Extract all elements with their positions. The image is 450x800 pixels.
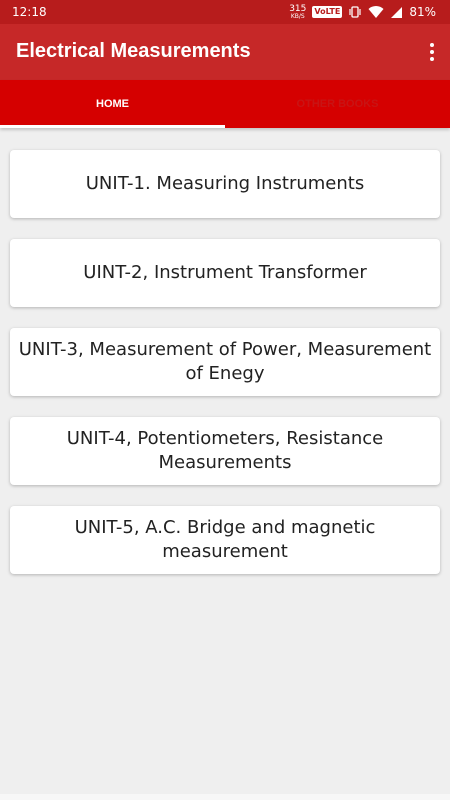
signal-icon (390, 6, 403, 19)
volte-badge: VoLTE (312, 6, 343, 18)
battery-percent: 81% (409, 5, 436, 19)
unit-card-label: UNIT-4, Potentiometers, Resistance Measu… (66, 428, 384, 473)
app-bar: Electrical Measurements (0, 24, 450, 80)
tab-home[interactable]: HOME (0, 80, 225, 128)
menu-dot (430, 50, 434, 54)
network-speed-unit: KB/S (290, 12, 305, 20)
unit-card-label: UNIT-5, A.C. Bridge and magnetic measure… (74, 517, 376, 562)
menu-dot (430, 43, 434, 47)
unit-card-4[interactable]: UNIT-4, Potentiometers, Resistance Measu… (10, 417, 440, 485)
vibrate-icon (348, 5, 362, 19)
bottom-strip (0, 794, 450, 800)
unit-card-5[interactable]: UNIT-5, A.C. Bridge and magnetic measure… (10, 506, 440, 574)
unit-card-3[interactable]: UNIT-3, Measurement of Power, Measuremen… (10, 328, 440, 396)
unit-card-label: UINT-2, Instrument Transformer (83, 262, 367, 283)
more-vert-icon[interactable] (424, 38, 440, 66)
tab-bar: HOME OTHER BOOKS (0, 80, 450, 128)
network-speed-value: 315 (289, 3, 307, 14)
wifi-icon (368, 5, 384, 19)
status-icons: 315 KB/S VoLTE 81% (289, 2, 436, 22)
tab-other-books[interactable]: OTHER BOOKS (225, 80, 450, 128)
unit-card-label: UNIT-1. Measuring Instruments (85, 173, 365, 194)
unit-card-label: UNIT-3, Measurement of Power, Measuremen… (18, 339, 432, 384)
status-bar: 12:18 315 KB/S VoLTE 81% (0, 0, 450, 24)
unit-list: UNIT-1. Measuring Instruments UINT-2, In… (10, 150, 440, 595)
tab-indicator (0, 125, 225, 128)
app-title: Electrical Measurements (16, 40, 251, 62)
network-speed: 315 KB/S (289, 3, 307, 20)
menu-dot (430, 57, 434, 61)
unit-card-2[interactable]: UINT-2, Instrument Transformer (10, 239, 440, 307)
status-time: 12:18 (12, 5, 47, 19)
unit-card-1[interactable]: UNIT-1. Measuring Instruments (10, 150, 440, 218)
